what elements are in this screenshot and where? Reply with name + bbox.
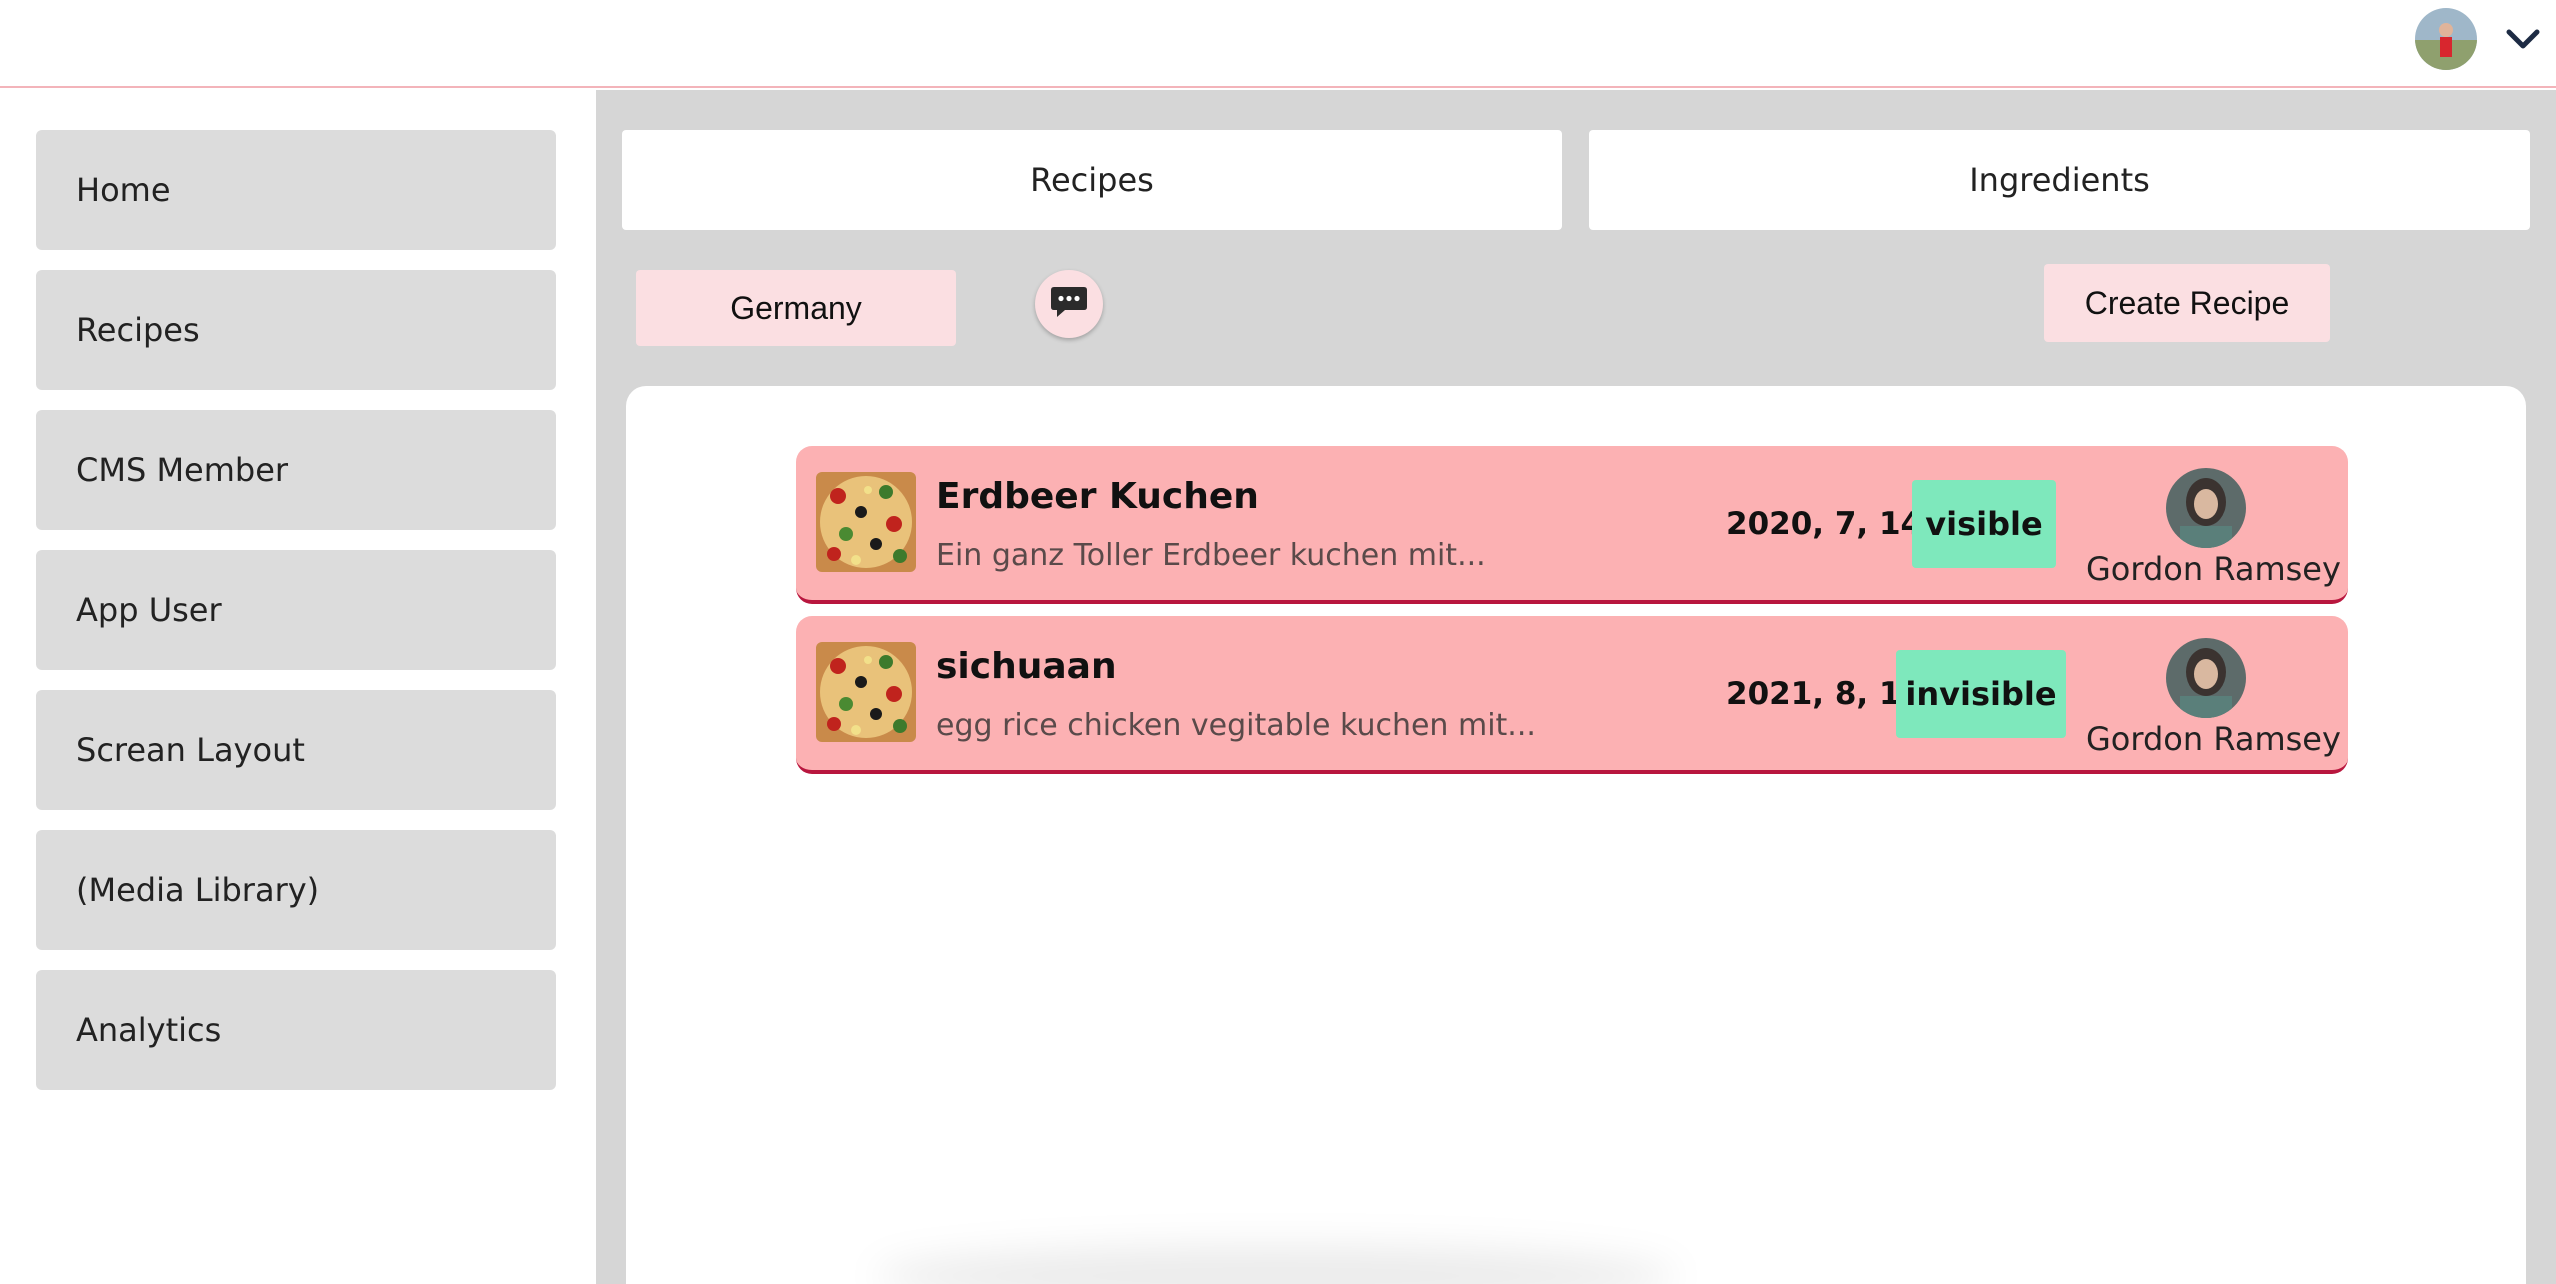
recipe-date: 2021, 8, 15	[1726, 676, 1923, 712]
tab-recipes[interactable]: Recipes	[622, 130, 1562, 230]
country-label: Germany	[730, 289, 862, 326]
recipe-thumbnail-image	[816, 472, 916, 572]
sidebar-item-cms-member[interactable]: CMS Member	[36, 410, 556, 530]
status-label: visible	[1925, 505, 2043, 543]
author-avatar	[2166, 638, 2246, 718]
author-name: Gordon Ramsey	[2086, 550, 2341, 588]
recipe-thumbnail-image	[816, 642, 916, 742]
sidebar-item-label: CMS Member	[76, 451, 289, 489]
chat-bubble-icon	[1049, 283, 1089, 325]
sidebar-item-recipes[interactable]: Recipes	[36, 270, 556, 390]
top-bar	[0, 0, 2556, 88]
recipe-description: egg rice chicken vegitable kuchen mit...	[936, 708, 1536, 743]
sidebar-item-label: Recipes	[76, 311, 200, 349]
recipe-description: Ein ganz Toller Erdbeer kuchen mit...	[936, 538, 1486, 573]
author-avatar	[2166, 468, 2246, 548]
recipe-row[interactable]: Erdbeer Kuchen Ein ganz Toller Erdbeer k…	[796, 446, 2348, 604]
sidebar: Home Recipes CMS Member App User Screan …	[0, 90, 596, 1284]
recipe-row[interactable]: sichuaan egg rice chicken vegitable kuch…	[796, 616, 2348, 774]
status-badge[interactable]: invisible	[1896, 650, 2066, 738]
recipe-list-panel: Erdbeer Kuchen Ein ganz Toller Erdbeer k…	[626, 386, 2526, 1284]
recipe-date: 2020, 7, 14	[1726, 506, 1923, 542]
user-avatar-icon[interactable]	[2415, 8, 2477, 70]
author-name: Gordon Ramsey	[2086, 720, 2341, 758]
sidebar-item-label: (Media Library)	[76, 871, 320, 909]
sidebar-item-app-user[interactable]: App User	[36, 550, 556, 670]
recipe-title: Erdbeer Kuchen	[936, 476, 1259, 517]
status-badge[interactable]: visible	[1912, 480, 2056, 568]
sidebar-item-label: Analytics	[76, 1011, 222, 1049]
chat-button[interactable]	[1035, 270, 1103, 338]
status-label: invisible	[1905, 675, 2057, 713]
tab-ingredients[interactable]: Ingredients	[1589, 130, 2530, 230]
sidebar-item-media-library[interactable]: (Media Library)	[36, 830, 556, 950]
sidebar-item-analytics[interactable]: Analytics	[36, 970, 556, 1090]
sidebar-item-label: App User	[76, 591, 222, 629]
chevron-down-icon[interactable]	[2505, 24, 2541, 54]
sidebar-item-label: Home	[76, 171, 171, 209]
sidebar-item-screen-layout[interactable]: Screan Layout	[36, 690, 556, 810]
sidebar-item-label: Screan Layout	[76, 731, 305, 769]
sidebar-item-home[interactable]: Home	[36, 130, 556, 250]
create-recipe-button[interactable]: Create Recipe	[2044, 264, 2330, 342]
tab-label: Recipes	[1030, 161, 1154, 199]
country-filter-button[interactable]: Germany	[636, 270, 956, 346]
main-content: Recipes Ingredients Germany Create Recip…	[596, 90, 2556, 1284]
recipe-title: sichuaan	[936, 646, 1117, 687]
tab-label: Ingredients	[1969, 161, 2150, 199]
create-recipe-label: Create Recipe	[2084, 284, 2290, 321]
panel-shadow	[876, 1246, 1676, 1284]
